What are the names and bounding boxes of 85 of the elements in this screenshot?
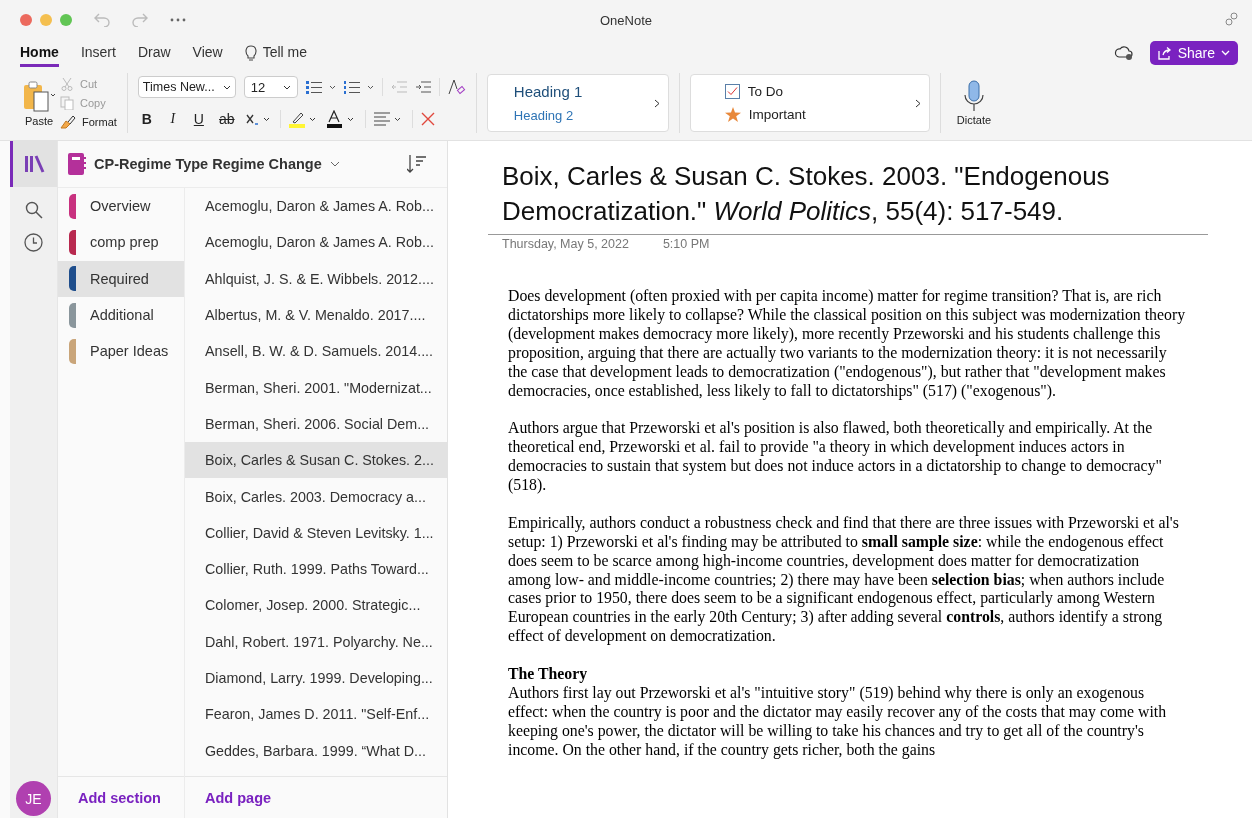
page-item[interactable]: Acemoglu, Daron & James A. Rob...	[185, 188, 447, 225]
tags-gallery[interactable]: To Do Important	[689, 74, 930, 132]
page-time: 5:10 PM	[662, 237, 710, 251]
underline-button[interactable]: U	[189, 111, 208, 127]
close-icon[interactable]	[420, 112, 435, 126]
chevron-icon[interactable]	[914, 98, 921, 108]
tag-option[interactable]: To Do	[724, 84, 915, 99]
tag-option[interactable]: Important	[724, 107, 915, 122]
add-section-button[interactable]: Add section	[58, 776, 184, 818]
library-icon	[25, 155, 45, 173]
bullet-list-icon[interactable]	[305, 80, 336, 94]
page-item[interactable]: Geddes, Barbara. 1999. “What D...	[185, 732, 447, 769]
copy-icon	[60, 96, 74, 110]
clear-formatting-icon[interactable]	[447, 79, 466, 95]
ribbon-tab[interactable]: Draw	[137, 39, 171, 67]
star-icon	[724, 107, 741, 122]
page-item[interactable]: Collier, Ruth. 1999. Paths Toward...	[185, 550, 447, 588]
checkbox-icon	[724, 84, 740, 99]
ribbon-tab[interactable]: View	[192, 39, 223, 67]
caret-icon	[329, 161, 340, 167]
italic-button[interactable]: I	[163, 111, 182, 127]
page-item[interactable]: Albertus, M. & V. Menaldo. 2017....	[185, 296, 447, 334]
page-item[interactable]: Berman, Sheri. 2006. Social Dem...	[185, 405, 447, 443]
chevron-icon[interactable]	[653, 98, 660, 108]
page-item[interactable]: Boix, Carles. 2003. Democracy a...	[185, 478, 447, 515]
ribbon-tab[interactable]: Insert	[80, 39, 116, 67]
bold-button[interactable]: B	[137, 111, 156, 127]
clock-icon[interactable]	[24, 233, 43, 252]
numbered-list-icon[interactable]	[343, 80, 374, 94]
add-page-button[interactable]: Add page	[185, 776, 447, 818]
share-icon	[1157, 46, 1172, 60]
page-item[interactable]: Ansell, B. W. & D. Samuels. 2014....	[185, 333, 447, 370]
paragraph: Authors argue that Przeworski et al's position is also flawed, both theoretically and empirically. At the theoretical end, Przeworski et al. fail to provide "a theory in which development induces actors in democracies to sustain that system but does not induce actors in a dictatorship to change to democracy" (518).	[508, 419, 1163, 495]
paragraph: Does development (often proxied with per capita income) matter for regime transition? That is, are rich dictatorships more likely to collapse? While the classical position on this subject was modernization theory (development makes democracy more likely), more recently Przeworski and his students challenge this proposition, arguing that there are actually two variants to the modernization theory: it is not necessarily the case that development leads to democratization ("endogenous"), but rather that "development makes democracies, once established, less likely to fall to dictatorships" (517) ("exogenous").	[508, 287, 1186, 401]
tell-me-button[interactable]: Tell me	[262, 39, 308, 67]
caret-icon	[282, 84, 291, 90]
paintbrush-icon	[60, 115, 76, 129]
window-title: OneNote	[598, 12, 653, 28]
page-item[interactable]: Acemoglu, Daron & James A. Rob...	[185, 224, 447, 261]
notebooks-button[interactable]	[10, 141, 57, 187]
ribbon-tab[interactable]: Home	[20, 39, 59, 67]
style-option[interactable]: Heading 2	[513, 108, 654, 123]
page-item[interactable]: Dahl, Robert. 1971. Polyarchy. Ne...	[185, 623, 447, 660]
section-item[interactable]: Required	[58, 260, 184, 297]
paragraph: Empirically, authors conduct a robustness check and find that there are three issues with Przeworski et al's setup: 1) Przeworski et al's finding may be attributed to small sample size: while the endogenous effect does seem to be scarce among high-income countries, development does matter for democratization among low- and middle-income countries; 2) there may have been selection bias; when authors include cases prior to 1950, there does seem to be a significant endogenous effect, particularly among Western European countries in the early 20th Century; 3) after adding several controls, authors identify a strong effect of development on democratization.	[508, 513, 1180, 647]
notebook-title[interactable]: CP-Regime Type Regime Change	[94, 156, 340, 172]
sort-icon[interactable]	[407, 154, 427, 174]
share-button[interactable]: Share	[1149, 41, 1238, 65]
page-date: Thursday, May 5, 2022	[502, 237, 629, 251]
page-item[interactable]: Fearon, James D. 2011. "Self-Enf...	[185, 696, 447, 733]
section-item[interactable]: Additional	[58, 296, 184, 334]
page-title: Boix, Carles & Susan C. Stokes. 2003. "Endogenous Democratization." World Politics, 55(4): 517-549.	[502, 160, 1111, 228]
people-icon[interactable]	[1224, 12, 1240, 28]
page-item[interactable]: Colomer, Josep. 2000. Strategic...	[185, 587, 447, 624]
section-heading: The Theory	[508, 665, 589, 684]
lightbulb-icon	[244, 44, 257, 62]
close-button[interactable]	[20, 14, 32, 26]
section-item[interactable]: Overview	[58, 188, 184, 225]
page-item[interactable]: Ahlquist, J. S. & E. Wibbels. 2012....	[185, 260, 447, 297]
microphone-icon	[962, 80, 985, 112]
strikethrough-button[interactable]: ab	[215, 111, 238, 127]
format-painter-button[interactable]: Format	[60, 113, 117, 131]
user-avatar[interactable]: JE	[16, 781, 51, 816]
page-item[interactable]: Berman, Sheri. 2001. "Modernizat...	[185, 369, 447, 406]
clipboard-icon	[22, 79, 56, 112]
search-icon[interactable]	[24, 201, 43, 219]
scissors-icon	[60, 77, 74, 91]
page-item[interactable]: Diamond, Larry. 1999. Developing...	[185, 659, 447, 697]
more-icon[interactable]	[170, 18, 186, 22]
caret-icon	[222, 84, 231, 90]
page-item[interactable]: Collier, David & Steven Levitsky. 1...	[185, 514, 447, 551]
subscript-icon[interactable]	[245, 112, 272, 126]
paragraph: Authors first lay out Przeworski et al's "intuitive story" (519) behind why there is only an exogenous effect: when the country is poor and the dictator may easily recover any of the costs that may come with keeping one's power, the dictator will be willing to take his chances and try to get all of the country's income. On the other hand, if the country gets richer, both the gains	[508, 684, 1168, 760]
styles-gallery[interactable]: Heading 1 Heading 2	[486, 74, 669, 132]
notebook-icon	[68, 153, 88, 175]
page-item[interactable]: Boix, Carles & Susan C. Stokes. 2...	[185, 442, 447, 479]
dictate-button[interactable]: Dictate	[950, 80, 998, 126]
section-item[interactable]: comp prep	[58, 224, 184, 261]
paste-button[interactable]: Paste	[22, 79, 56, 127]
cloud-icon[interactable]	[1113, 45, 1134, 61]
section-item[interactable]: Paper Ideas	[58, 333, 184, 370]
style-option[interactable]: Heading 1	[513, 83, 654, 100]
caret-icon	[1221, 50, 1230, 56]
font-size-dropdown[interactable]: 12	[243, 76, 298, 98]
font-name-dropdown[interactable]: Times New...	[137, 76, 236, 98]
